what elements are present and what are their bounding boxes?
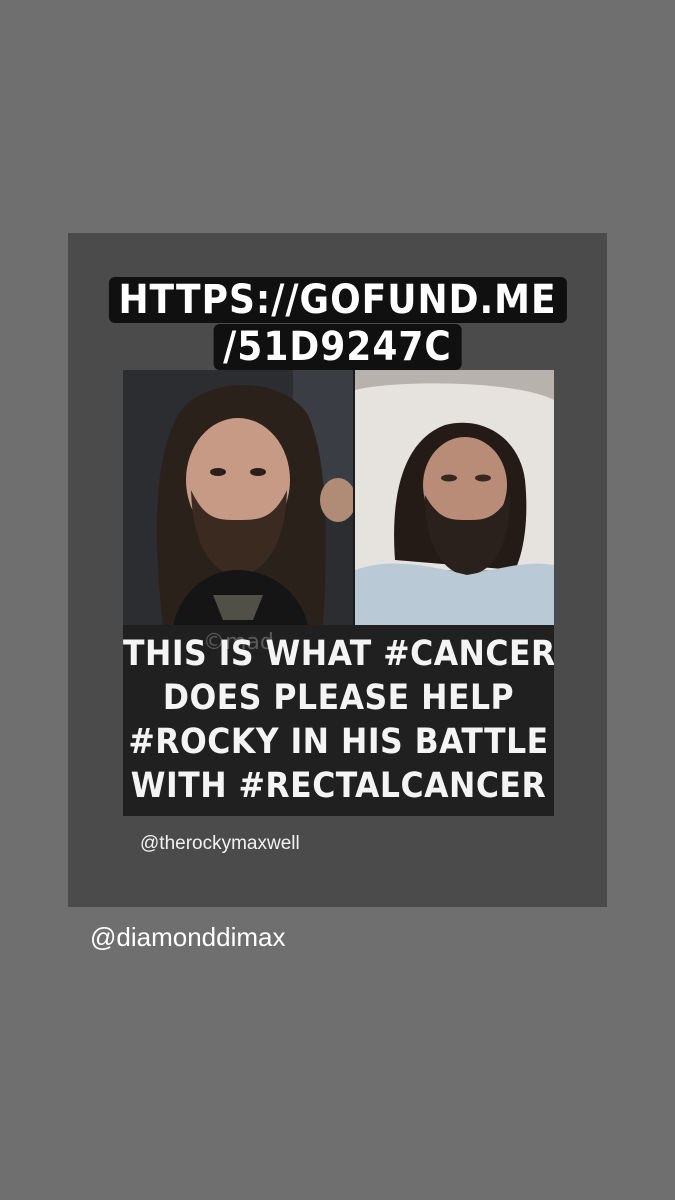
caption-line: THIS IS WHAT #CANCER — [123, 634, 554, 674]
before-photo — [123, 370, 353, 625]
caption-line: #ROCKY IN HIS BATTLE — [128, 722, 549, 762]
caption-line: DOES PLEASE HELP — [162, 678, 515, 718]
gofundme-url-line-2: /51D9247C — [213, 324, 462, 370]
hospital-photo — [355, 370, 554, 625]
caption-line: WITH #RECTALCANCER — [130, 766, 547, 806]
gofundme-url-line-1: HTTPS://GOFUND.ME — [108, 277, 567, 323]
tagged-handle-diamonddimax[interactable]: @diamonddimax — [90, 922, 285, 953]
meme-caption: ©mad THIS IS WHAT #CANCER DOES PLEASE HE… — [123, 625, 554, 816]
meme-image: ©mad THIS IS WHAT #CANCER DOES PLEASE HE… — [123, 370, 554, 816]
tagged-handle-therockymaxwell[interactable]: @therockymaxwell — [140, 833, 300, 855]
story-card: HTTPS://GOFUND.ME /51D9247C ©mad THIS IS… — [68, 233, 607, 907]
